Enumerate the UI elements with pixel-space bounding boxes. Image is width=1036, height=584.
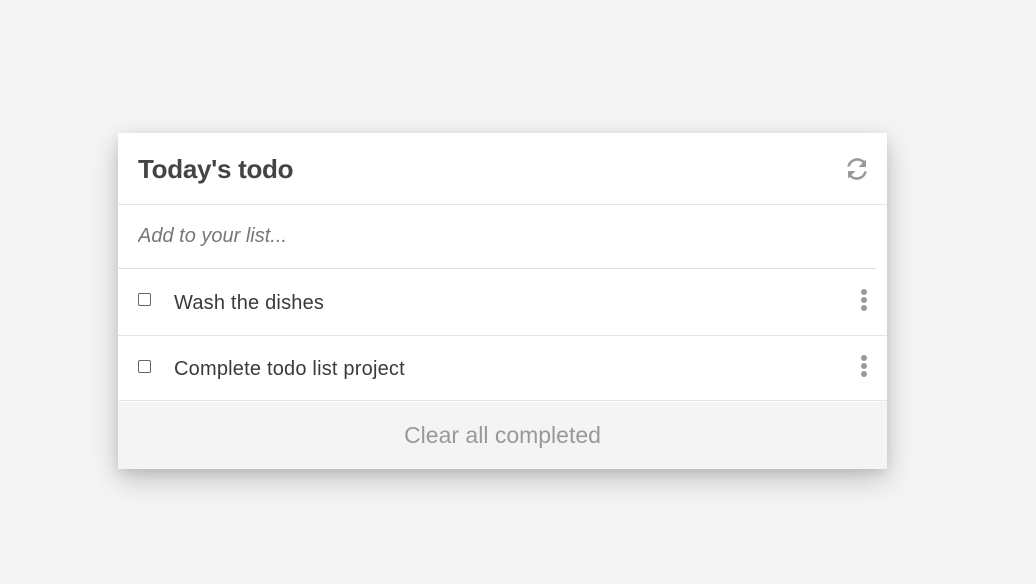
item-checkbox[interactable] xyxy=(138,293,151,306)
item-checkbox[interactable] xyxy=(138,360,151,373)
card-header: Today's todo xyxy=(118,133,887,205)
add-item-input[interactable] xyxy=(138,221,838,251)
todo-card: Today's todo Wash the dishes Complete to… xyxy=(118,133,887,469)
clear-completed-button[interactable]: Clear all completed xyxy=(118,402,887,469)
more-vertical-icon[interactable] xyxy=(859,355,869,379)
clear-completed-label: Clear all completed xyxy=(404,422,601,448)
page-title: Today's todo xyxy=(138,154,294,184)
list-item: Wash the dishes xyxy=(118,269,887,336)
refresh-icon[interactable] xyxy=(845,157,869,181)
list-item: Complete todo list project xyxy=(118,336,887,401)
item-label: Complete todo list project xyxy=(174,358,405,380)
more-vertical-icon[interactable] xyxy=(859,289,869,313)
item-label: Wash the dishes xyxy=(174,292,325,314)
add-item-row xyxy=(118,205,887,269)
